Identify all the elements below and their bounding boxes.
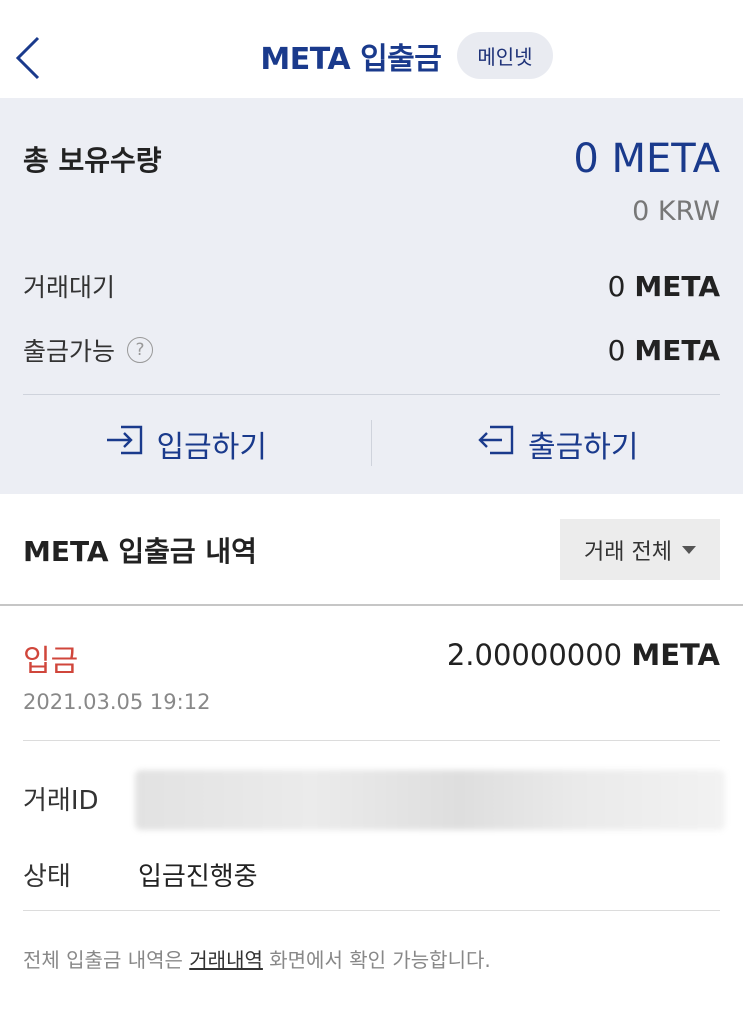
available-label: 출금가능 [23, 337, 116, 366]
history-title: META 입출금 내역 [23, 535, 257, 568]
header-title-group: META 입출금 메인넷 [0, 32, 743, 79]
withdraw-label: 출금하기 [528, 430, 639, 465]
transaction-amount-unit: META [631, 638, 720, 672]
transaction-filter-dropdown[interactable]: 거래 전체 [560, 519, 720, 580]
txid-label: 거래ID [23, 786, 99, 816]
available-row: 출금가능 ? 0 META [23, 332, 720, 368]
help-icon[interactable]: ? [127, 337, 154, 363]
total-row: 총 보유수량 0 META [23, 136, 720, 182]
transaction-type: 입금 [23, 644, 79, 679]
transaction-history-link[interactable]: 거래내역 [189, 948, 263, 972]
pending-amount: 0 [607, 269, 626, 303]
available-unit: META [634, 333, 720, 367]
transaction-datetime: 2021.03.05 19:12 [23, 690, 211, 714]
footnote-suffix: 화면에서 확인 가능합니다. [262, 948, 491, 972]
pending-unit: META [634, 269, 720, 303]
deposit-button[interactable]: 입금하기 [0, 416, 372, 472]
summary-divider [23, 394, 720, 395]
transaction-amount: 2.00000000 META [447, 638, 720, 672]
deposit-label: 입금하기 [156, 430, 267, 465]
network-badge: 메인넷 [457, 32, 553, 79]
status-label: 상태 [23, 862, 71, 892]
footnote-prefix: 전체 입출금 내역은 [23, 948, 190, 972]
transaction-divider [23, 740, 720, 741]
transaction-bottom-divider [23, 910, 720, 911]
history-footnote: 전체 입출금 내역은 거래내역 화면에서 확인 가능합니다. [23, 944, 491, 973]
available-value: 0 META [608, 334, 720, 367]
krw-value: 0 KRW [632, 196, 720, 227]
krw-row: 0 KRW [23, 196, 720, 227]
chevron-down-icon [681, 545, 696, 554]
withdraw-button[interactable]: 출금하기 [372, 416, 743, 472]
action-bar: 입금하기 출금하기 [0, 416, 743, 472]
status-value: 입금진행중 [138, 862, 258, 892]
available-amount: 0 [607, 333, 626, 367]
page-title: META 입출금 [260, 41, 442, 77]
available-label-group: 출금가능 ? [23, 332, 154, 368]
balance-summary: 총 보유수량 0 META 0 KRW 거래대기 0 META 출금가능 ? 0… [0, 98, 743, 494]
pending-row: 거래대기 0 META [23, 268, 720, 304]
total-holdings-value: 0 META [573, 136, 720, 182]
txid-redacted [135, 770, 725, 830]
pending-value: 0 META [608, 270, 720, 303]
history-header: META 입출금 내역 거래 전체 [0, 494, 743, 606]
deposit-icon [105, 424, 145, 464]
app-header: META 입출금 메인넷 [0, 0, 743, 98]
withdraw-icon [476, 424, 516, 464]
total-holdings-label: 총 보유수량 [23, 144, 162, 177]
filter-label: 거래 전체 [584, 539, 672, 565]
pending-label: 거래대기 [23, 273, 116, 302]
transaction-amount-value: 2.00000000 [446, 638, 623, 672]
